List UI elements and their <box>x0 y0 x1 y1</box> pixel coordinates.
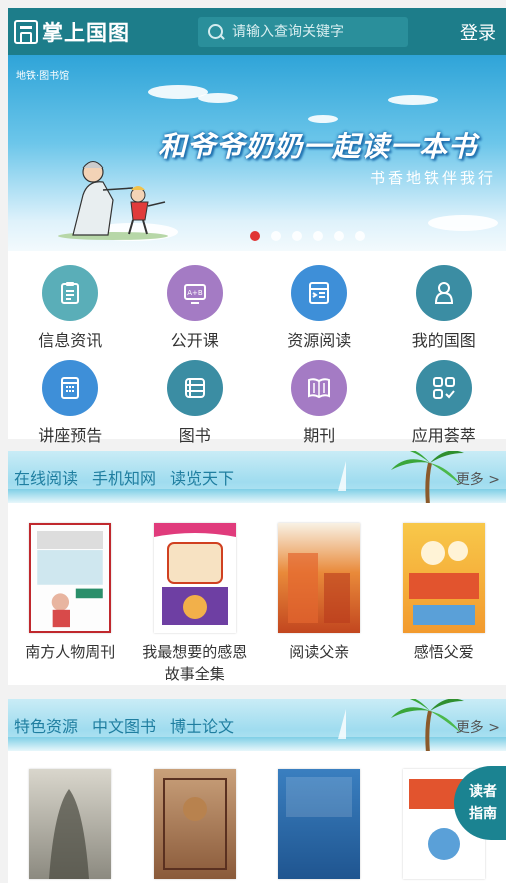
tab-cnki-mobile[interactable]: 手机知网 <box>92 465 156 489</box>
open-book-icon <box>291 360 348 416</box>
cloud-decoration <box>428 215 498 231</box>
carousel-indicators <box>8 231 506 241</box>
tab-online-reading[interactable]: 在线阅读 <box>14 465 78 489</box>
calendar-icon <box>42 360 99 416</box>
carousel-dot[interactable] <box>333 231 344 241</box>
book-list: 南方人物周刊 我最想要的感恩故事全集 阅读父亲 感悟父爱 <box>8 503 506 699</box>
resource-item[interactable] <box>8 769 133 879</box>
carousel-dot[interactable] <box>312 231 323 241</box>
login-button[interactable]: 登录 <box>460 19 496 45</box>
cover-illustration <box>162 778 227 870</box>
resource-cover <box>278 769 361 879</box>
grid-item-news[interactable]: 信息资讯 <box>8 261 133 356</box>
grid-label: 公开课 <box>170 331 219 350</box>
banner-headline: 和爷爷奶奶一起读一本书 <box>158 130 478 163</box>
search-box[interactable] <box>198 16 408 47</box>
blackboard-icon: A+B <box>166 265 223 321</box>
tab-chinese-books[interactable]: 中文图书 <box>92 713 156 737</box>
grid-item-my-library[interactable]: 我的国图 <box>382 261 506 356</box>
resource-cover <box>153 769 236 879</box>
sail-decoration <box>338 709 346 739</box>
svg-text:A+B: A+B <box>187 289 203 297</box>
apps-icon <box>415 360 472 416</box>
special-resources-section-header: 特色资源 中文图书 博士论文 更多 > <box>8 699 506 751</box>
search-icon <box>208 23 224 40</box>
grid-label: 应用荟萃 <box>411 426 476 445</box>
grid-label: 信息资讯 <box>38 331 103 350</box>
cover-illustration <box>49 789 90 879</box>
more-link[interactable]: 更多 > <box>456 469 500 489</box>
promo-banner-carousel[interactable]: 地铁·图书馆 和爷爷奶奶一起读一本书 书香地铁伴我行 <box>8 55 506 251</box>
books-icon <box>166 360 223 416</box>
palm-tree-decoration <box>391 699 464 751</box>
grid-item-open-course[interactable]: A+B 公开课 <box>133 261 258 356</box>
palm-tree-decoration <box>391 451 464 503</box>
book-item[interactable]: 我最想要的感恩故事全集 <box>133 523 258 685</box>
search-input[interactable] <box>232 23 402 40</box>
grid-label: 图书 <box>178 426 211 445</box>
book-cover <box>29 523 112 633</box>
cloud-decoration <box>308 115 338 123</box>
online-reading-section-header: 在线阅读 手机知网 读览天下 更多 > <box>8 451 506 503</box>
app-logo[interactable]: 掌上国图 <box>14 17 130 47</box>
grid-label: 讲座预告 <box>38 426 103 445</box>
cloud-decoration <box>388 95 438 105</box>
more-link[interactable]: 更多 > <box>456 717 500 737</box>
cloud-decoration <box>198 93 238 103</box>
guide-label-line2: 指南 <box>469 806 497 822</box>
top-header: 掌上国图 登录 <box>8 8 506 55</box>
book-item[interactable]: 阅读父亲 <box>257 523 382 685</box>
grandma-child-illustration <box>58 161 168 240</box>
book-title: 感悟父爱 <box>413 643 474 661</box>
library-logo-icon <box>14 19 38 44</box>
grid-item-lectures[interactable]: 讲座预告 <box>8 356 133 451</box>
book-item[interactable]: 南方人物周刊 <box>8 523 133 685</box>
grid-item-books[interactable]: 图书 <box>133 356 258 451</box>
book-title: 南方人物周刊 <box>25 643 116 661</box>
carousel-dot[interactable] <box>270 231 281 241</box>
grid-label: 资源阅读 <box>287 331 352 350</box>
grid-item-journals[interactable]: 期刊 <box>257 356 382 451</box>
section-tabs: 在线阅读 手机知网 读览天下 <box>14 465 234 489</box>
cover-illustration <box>408 541 479 625</box>
cover-illustration <box>153 523 236 633</box>
tab-dooland[interactable]: 读览天下 <box>170 465 234 489</box>
tab-special-resources[interactable]: 特色资源 <box>14 713 78 737</box>
book-item[interactable]: 感悟父爱 <box>382 523 506 685</box>
book-cover <box>153 523 236 633</box>
grid-item-resource-reading[interactable]: 资源阅读 <box>257 261 382 356</box>
app-screen: 掌上国图 登录 地铁·图书馆 和爷爷奶奶一起读一本书 书香地铁伴我行 <box>8 8 506 883</box>
banner-subtitle: 书香地铁伴我行 <box>369 169 496 187</box>
book-title: 阅读父亲 <box>289 643 350 661</box>
user-icon <box>415 265 472 321</box>
cover-illustration <box>37 550 104 628</box>
book-cover <box>278 523 361 633</box>
grid-label: 我的国图 <box>411 331 476 350</box>
book-cover <box>402 523 485 633</box>
sail-decoration <box>338 461 346 491</box>
banner-brand-text: 地铁·图书馆 <box>16 71 70 82</box>
resource-item[interactable] <box>257 769 382 879</box>
cover-illustration <box>286 777 353 817</box>
resource-list <box>8 751 506 879</box>
grid-item-apps[interactable]: 应用荟萃 <box>382 356 506 451</box>
carousel-dot[interactable] <box>249 231 260 241</box>
clipboard-icon <box>42 265 99 321</box>
book-title: 我最想要的感恩故事全集 <box>142 643 248 683</box>
document-arrow-icon <box>291 265 348 321</box>
feature-grid: 信息资讯 A+B 公开课 资源阅读 我的国图 讲座预告 图书 期刊 应用荟萃 <box>8 251 506 451</box>
guide-label-line1: 读者 <box>469 784 497 800</box>
grid-label: 期刊 <box>303 426 336 445</box>
resource-item[interactable] <box>133 769 258 879</box>
carousel-dot[interactable] <box>291 231 302 241</box>
tab-doctoral-theses[interactable]: 博士论文 <box>170 713 234 737</box>
app-title: 掌上国图 <box>42 19 130 45</box>
resource-cover <box>29 769 112 879</box>
carousel-dot[interactable] <box>354 231 365 241</box>
cover-illustration <box>288 553 351 623</box>
section-tabs: 特色资源 中文图书 博士论文 <box>14 713 234 737</box>
